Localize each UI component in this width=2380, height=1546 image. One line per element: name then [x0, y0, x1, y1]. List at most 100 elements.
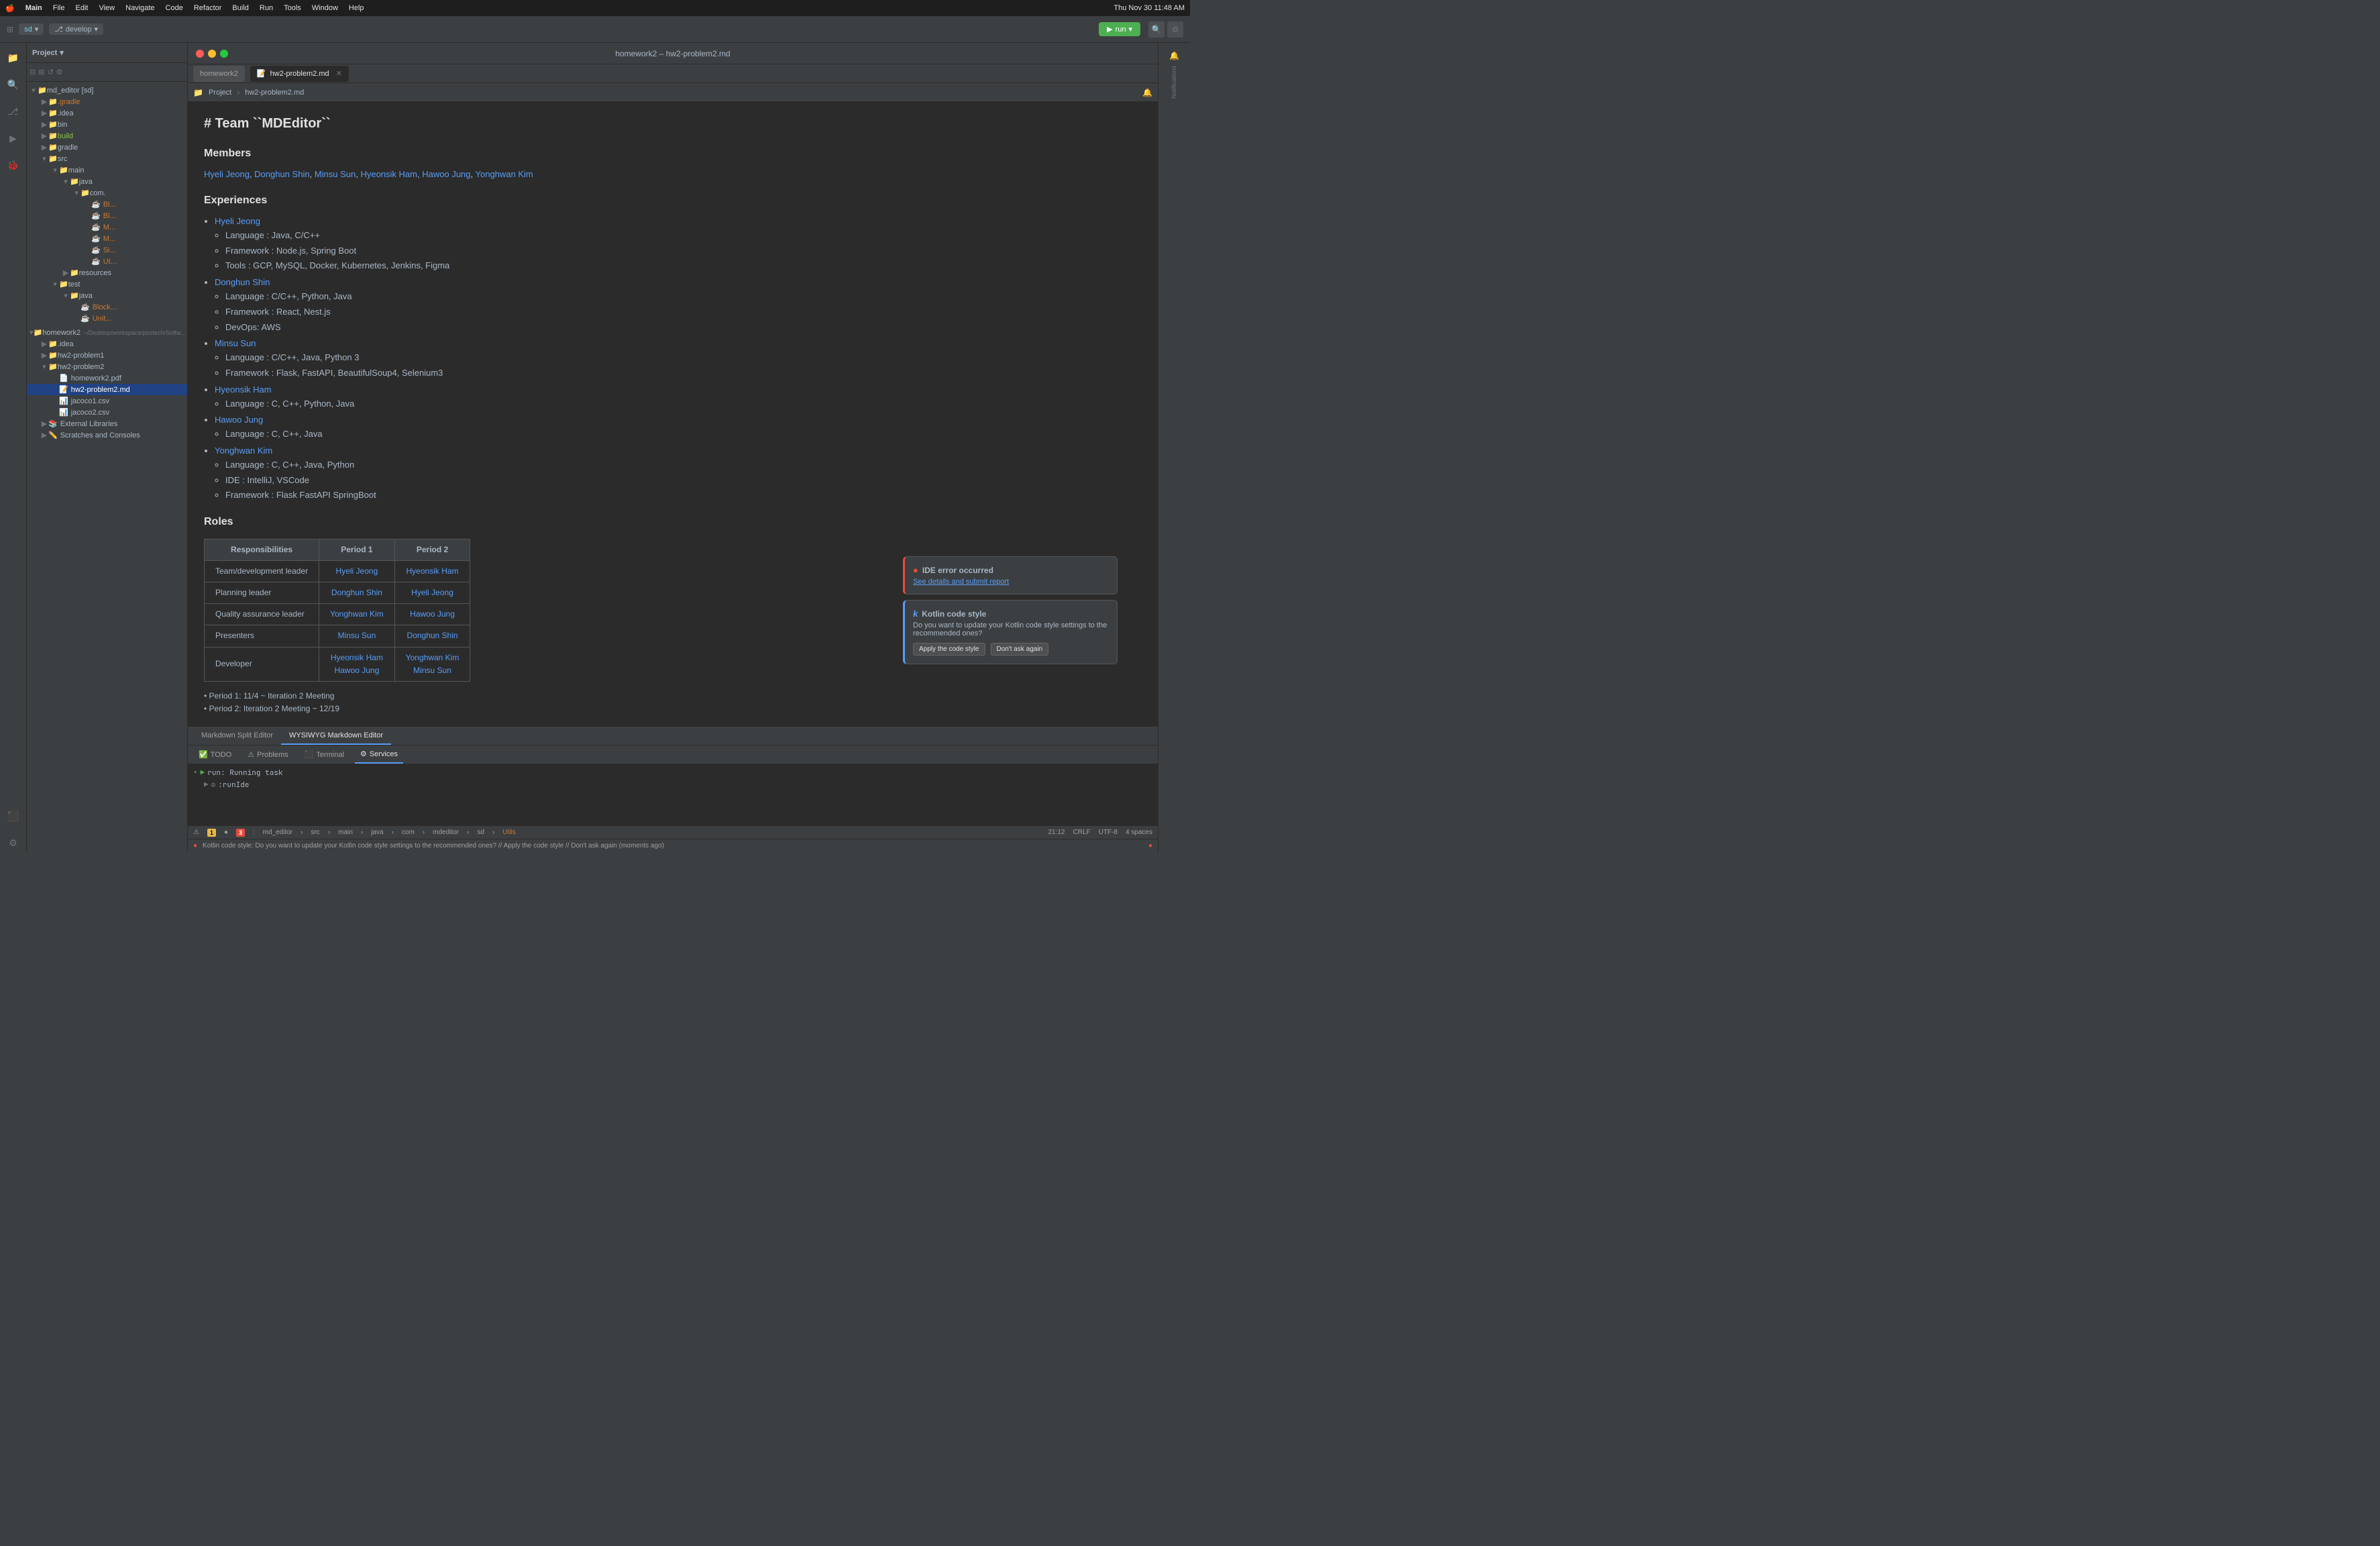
branch-badge[interactable]: ⎇ develop ▾: [49, 23, 103, 35]
tree-item-main[interactable]: ▾ 📁 main: [27, 164, 187, 176]
tree-item-java[interactable]: ▾ 📁 java: [27, 176, 187, 187]
file-tab-hw2problem2[interactable]: 📝 hw2-problem2.md ✕: [250, 66, 349, 82]
project-dropdown-icon[interactable]: ▾: [60, 48, 64, 57]
tree-item-class2[interactable]: ☕ Bl...: [27, 210, 187, 221]
file-path-text[interactable]: hw2-problem2.md: [245, 89, 304, 97]
sync-icon[interactable]: ↺: [47, 68, 53, 76]
menu-tools[interactable]: Tools: [284, 4, 301, 12]
tree-item-hw2-idea[interactable]: ▶ 📁 .idea: [27, 338, 187, 350]
tree-item-blocktest[interactable]: ☕ Block...: [27, 301, 187, 313]
tree-item-gradle[interactable]: ▶ 📁 .gradle: [27, 96, 187, 107]
toolbar-icon-1[interactable]: 🔍: [1148, 21, 1165, 38]
menu-help[interactable]: Help: [349, 4, 364, 12]
tree-item-jacoco2[interactable]: 📊 jacoco2.csv: [27, 407, 187, 418]
toolbar-icon-2[interactable]: ⚙: [1167, 21, 1183, 38]
sidebar-terminal-icon[interactable]: ⬛: [4, 807, 23, 825]
error-details-link[interactable]: See details and submit report: [913, 578, 1009, 586]
p2-qa-link[interactable]: Hawoo Jung: [410, 609, 455, 619]
notifications-toggle[interactable]: 🔔: [1142, 88, 1152, 97]
tree-item-hw2md[interactable]: 📝 hw2-problem2.md: [27, 384, 187, 395]
tree-item-hw2-p2[interactable]: ▾ 📁 hw2-problem2: [27, 361, 187, 372]
window-maximize-button[interactable]: [220, 50, 228, 58]
menu-navigate[interactable]: Navigate: [125, 4, 154, 12]
project-badge[interactable]: sd ▾: [19, 23, 44, 35]
tab-terminal[interactable]: ⬛ Terminal: [299, 745, 349, 764]
run-subtask-item[interactable]: ▶ ⚙ :runIde: [193, 779, 1152, 791]
sidebar-search-icon[interactable]: 🔍: [4, 75, 23, 94]
window-close-button[interactable]: [196, 50, 204, 58]
project-path-text[interactable]: Project: [209, 89, 231, 97]
settings-icon[interactable]: ⚙: [56, 68, 63, 76]
tree-item-test-java[interactable]: ▾ 📁 java: [27, 290, 187, 301]
run-button[interactable]: ▶ run ▾: [1099, 22, 1140, 36]
tree-item-jacoco1[interactable]: 📊 jacoco1.csv: [27, 395, 187, 407]
sidebar-project-icon[interactable]: 📁: [4, 48, 23, 67]
member-link-donghun[interactable]: Donghun Shin: [254, 169, 309, 179]
exp-donghun-name[interactable]: Donghun Shin: [215, 277, 270, 287]
p1-planning-link[interactable]: Donghun Shin: [331, 588, 382, 597]
expand-all-icon[interactable]: ⊞: [38, 68, 44, 76]
breadcrumb-src[interactable]: src: [311, 829, 319, 836]
tree-item-unit[interactable]: ☕ Unit...: [27, 313, 187, 324]
tree-item-com[interactable]: ▾ 📁 com.: [27, 187, 187, 199]
apply-code-style-button[interactable]: Apply the code style: [913, 643, 985, 656]
menu-file[interactable]: File: [53, 4, 65, 12]
tree-item-class1[interactable]: ☕ Bl...: [27, 199, 187, 210]
sidebar-debug-icon[interactable]: 🐞: [4, 156, 23, 174]
menu-edit[interactable]: Edit: [76, 4, 89, 12]
dont-ask-again-button[interactable]: Don't ask again: [991, 643, 1049, 656]
p2-planning-link[interactable]: Hyeli Jeong: [411, 588, 453, 597]
menu-view[interactable]: View: [99, 4, 115, 12]
tab-close-icon[interactable]: ✕: [336, 69, 342, 78]
member-link-hyeli[interactable]: Hyeli Jeong: [204, 169, 250, 179]
sidebar-vcs-icon[interactable]: ⎇: [4, 102, 23, 121]
member-link-hawoo[interactable]: Hawoo Jung: [422, 169, 470, 179]
p2-dev-link2[interactable]: Minsu Sun: [413, 666, 451, 675]
menu-run[interactable]: Run: [260, 4, 273, 12]
tree-item-bin[interactable]: ▶ 📁 bin: [27, 119, 187, 130]
breadcrumb-main[interactable]: main: [338, 829, 353, 836]
run-task-item[interactable]: ▾ ▶ run: Running task: [193, 767, 1152, 779]
tree-item-hw2-p1[interactable]: ▶ 📁 hw2-problem1: [27, 350, 187, 361]
apple-icon[interactable]: 🍎: [5, 4, 15, 13]
tree-item-resources[interactable]: ▶ 📁 resources: [27, 267, 187, 278]
tree-item-scratches[interactable]: ▶ ✏️ Scratches and Consoles: [27, 429, 187, 441]
exp-hyeli-name[interactable]: Hyeli Jeong: [215, 216, 260, 226]
tree-item-gradle2[interactable]: ▶ 📁 gradle: [27, 142, 187, 153]
tree-item-class3[interactable]: ☕ M...: [27, 221, 187, 233]
breadcrumb-utils[interactable]: Utils: [502, 829, 515, 836]
sidebar-run-icon[interactable]: ▶: [4, 129, 23, 148]
file-tab-homework2[interactable]: homework2: [193, 66, 245, 82]
tree-item-class4[interactable]: ☕ M...: [27, 233, 187, 244]
menu-main[interactable]: Main: [25, 4, 42, 12]
member-link-hyeonsik[interactable]: Hyeonsik Ham: [360, 169, 417, 179]
member-link-yonghwan[interactable]: Yonghwan Kim: [476, 169, 533, 179]
p2-dev-leader-link[interactable]: Hyeonsik Ham: [407, 566, 459, 576]
tree-item-homework2[interactable]: ▾ 📁 homework2 ~/Desktop/workspace/postec…: [27, 327, 187, 338]
breadcrumb-com[interactable]: com: [402, 829, 415, 836]
tab-services[interactable]: ⚙ Services: [355, 745, 403, 764]
p1-dev-link2[interactable]: Hawoo Jung: [335, 666, 380, 675]
p2-dev-link1[interactable]: Yonghwan Kim: [406, 653, 459, 662]
tree-item-idea[interactable]: ▶ 📁 .idea: [27, 107, 187, 119]
p1-qa-link[interactable]: Yonghwan Kim: [330, 609, 384, 619]
tab-markdown-split[interactable]: Markdown Split Editor: [193, 727, 281, 745]
exp-minsu-name[interactable]: Minsu Sun: [215, 338, 256, 348]
tree-item-class5[interactable]: ☕ Si...: [27, 244, 187, 256]
tree-item-test[interactable]: ▾ 📁 test: [27, 278, 187, 290]
tab-problems[interactable]: ⚠ Problems: [242, 745, 293, 764]
menu-build[interactable]: Build: [232, 4, 248, 12]
exp-yonghwan-name[interactable]: Yonghwan Kim: [215, 446, 272, 456]
right-panel-label[interactable]: Notifications: [1171, 66, 1177, 99]
member-link-minsu[interactable]: Minsu Sun: [315, 169, 356, 179]
tree-item-md-editor[interactable]: ▾ 📁 md_editor [sd]: [27, 85, 187, 96]
breadcrumb-java[interactable]: java: [371, 829, 383, 836]
collapse-all-icon[interactable]: ⊟: [30, 68, 36, 76]
p1-presenters-link[interactable]: Minsu Sun: [338, 631, 376, 640]
menu-window[interactable]: Window: [312, 4, 338, 12]
tree-item-class6[interactable]: ☕ Ut...: [27, 256, 187, 267]
tree-item-build[interactable]: ▶ 📁 build: [27, 130, 187, 142]
menu-refactor[interactable]: Refactor: [194, 4, 222, 12]
window-minimize-button[interactable]: [208, 50, 216, 58]
notifications-panel-icon[interactable]: 🔔: [1169, 51, 1179, 60]
